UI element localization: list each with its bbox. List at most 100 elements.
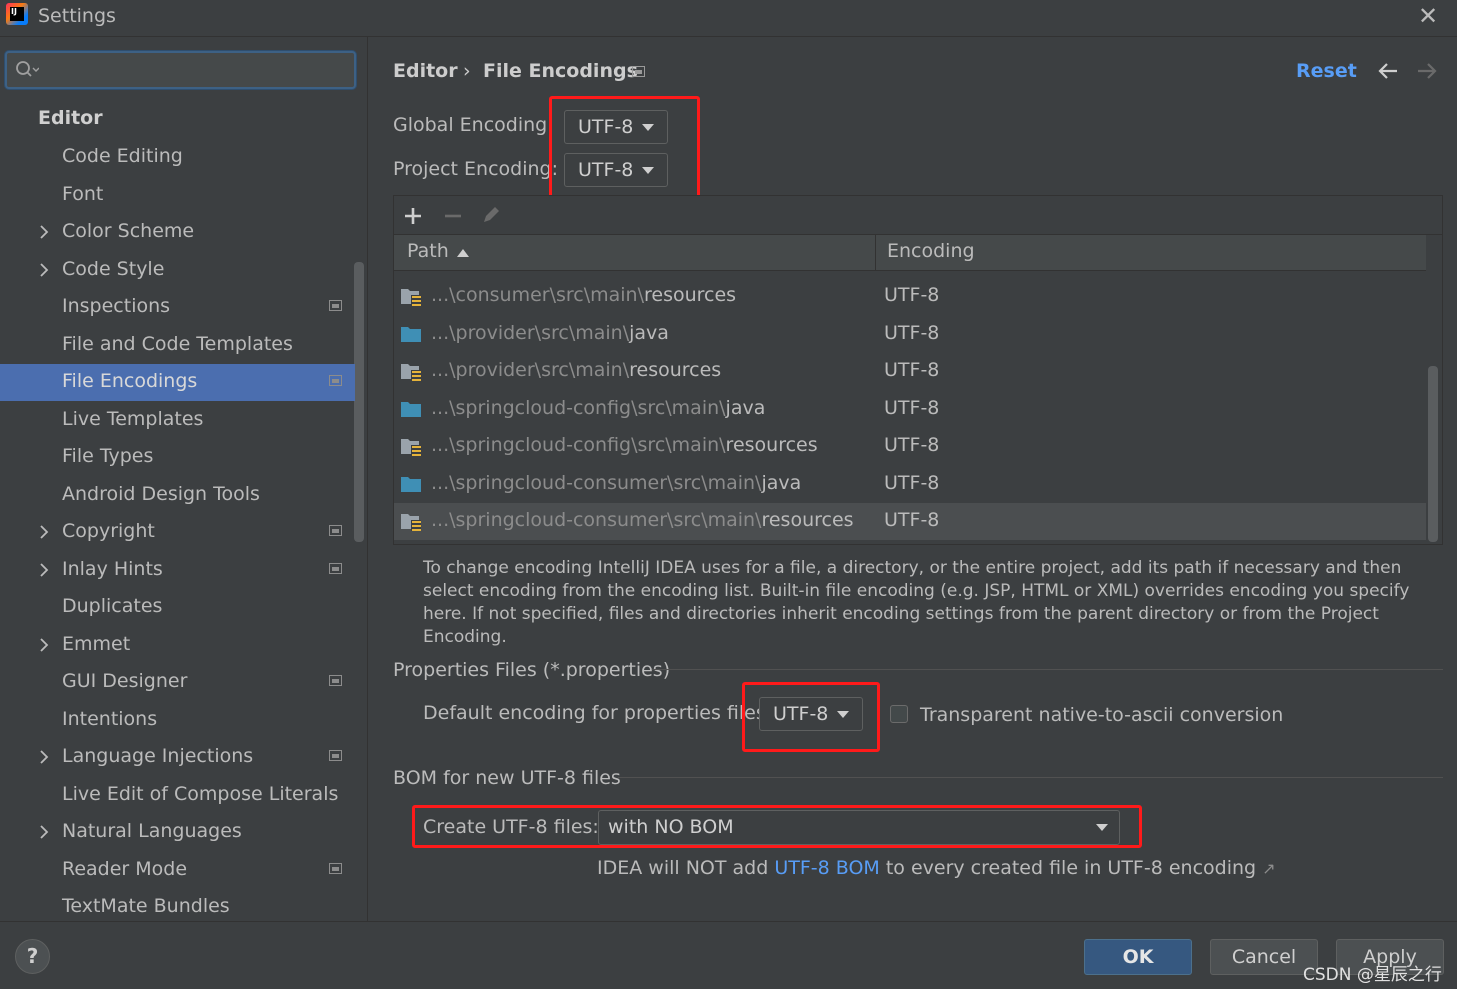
chevron-right-icon[interactable] (37, 637, 51, 653)
section-divider (652, 669, 1443, 670)
table-header: Path Encoding (394, 235, 1426, 271)
properties-encoding-select[interactable]: UTF-8 (759, 697, 863, 731)
sidebar-scrollbar[interactable] (354, 262, 364, 542)
sidebar-item-live-templates[interactable]: Live Templates (0, 402, 355, 439)
close-icon[interactable]: ✕ (1418, 2, 1438, 30)
project-encoding-select[interactable]: UTF-8 (564, 153, 668, 187)
row-encoding[interactable]: UTF-8 (884, 509, 939, 531)
chevron-right-icon[interactable] (37, 562, 51, 578)
table-toolbar (394, 196, 1442, 235)
edit-icon[interactable] (481, 205, 501, 225)
table-row-clipped (394, 271, 1426, 273)
sidebar-item-label: File Types (62, 445, 154, 467)
row-encoding[interactable]: UTF-8 (884, 359, 939, 381)
external-link-icon[interactable]: ↗ (1262, 859, 1275, 878)
global-encoding-select[interactable]: UTF-8 (564, 110, 668, 144)
row-path: ...\provider\src\main\java (431, 322, 669, 344)
bom-section-title: BOM for new UTF-8 files (393, 767, 621, 789)
column-path[interactable]: Path (407, 240, 449, 262)
arrow-left-icon[interactable] (1377, 62, 1399, 80)
sidebar-item-label: Code Editing (62, 145, 183, 167)
resources-folder-icon (401, 289, 421, 306)
encoding-help-text: To change encoding IntelliJ IDEA uses fo… (423, 558, 1410, 647)
ok-button[interactable]: OK (1084, 939, 1192, 975)
arrow-right-icon[interactable] (1416, 62, 1438, 80)
row-encoding[interactable]: UTF-8 (884, 284, 939, 306)
column-encoding[interactable]: Encoding (887, 240, 975, 262)
bom-note: IDEA will NOT add UTF-8 BOM to every cre… (597, 857, 1276, 879)
intellij-app-icon: IJ (6, 3, 28, 25)
sidebar-item-emmet[interactable]: Emmet (0, 627, 355, 664)
add-icon[interactable] (404, 207, 422, 225)
sidebar-item-font[interactable]: Font (0, 177, 355, 214)
breadcrumb-parent[interactable]: Editor (393, 60, 458, 82)
project-scope-icon (329, 375, 342, 386)
transparent-ascii-checkbox[interactable] (890, 705, 908, 723)
create-utf8-bom-select[interactable]: with NO BOM (598, 810, 1120, 845)
sidebar-item-live-edit-of-compose-literals[interactable]: Live Edit of Compose Literals (0, 777, 355, 814)
table-row[interactable]: ...\springcloud-consumer\src\main\resour… (394, 503, 1426, 540)
sidebar-item-file-and-code-templates[interactable]: File and Code Templates (0, 327, 355, 364)
source-folder-icon (401, 476, 421, 492)
dialog-footer: ? OK Cancel Apply CSDN @星辰之行 (0, 921, 1457, 989)
sidebar-item-file-encodings[interactable]: File Encodings (0, 364, 355, 401)
sidebar-item-label: Natural Languages (62, 820, 242, 842)
remove-icon[interactable] (444, 207, 462, 225)
sidebar-item-code-editing[interactable]: Code Editing (0, 139, 355, 176)
table-scrollbar[interactable] (1428, 366, 1438, 542)
sidebar-item-label: Color Scheme (62, 220, 195, 242)
default-properties-encoding-label: Default encoding for properties files: (423, 702, 773, 724)
sidebar-item-color-scheme[interactable]: Color Scheme (0, 214, 355, 251)
row-path-prefix: ...\provider\src\main\ (431, 321, 630, 344)
table-row[interactable]: ...\provider\src\main\resources UTF-8 (394, 353, 1426, 390)
sidebar-item-label: Language Injections (62, 745, 254, 767)
watermark-text: CSDN @星辰之行 (1303, 965, 1442, 985)
help-button[interactable]: ? (15, 939, 50, 974)
sidebar-item-label: Font (62, 182, 104, 205)
table-row[interactable]: ...\springcloud-consumer\src\main\java UT… (394, 466, 1426, 503)
utf8-bom-link[interactable]: UTF-8 BOM (774, 857, 879, 879)
sidebar-item-code-style[interactable]: Code Style (0, 252, 355, 289)
cancel-button[interactable]: Cancel (1210, 939, 1318, 975)
chevron-right-icon[interactable] (37, 262, 51, 278)
sort-ascending-icon[interactable] (457, 249, 469, 257)
chevron-right-icon[interactable] (37, 224, 51, 240)
transparent-ascii-label[interactable]: Transparent native-to-ascii conversion (920, 704, 1283, 726)
row-encoding[interactable]: UTF-8 (884, 472, 939, 494)
table-row[interactable]: ...\springcloud-config\src\main\java UTF-… (394, 391, 1426, 428)
chevron-right-icon[interactable] (37, 749, 51, 765)
chevron-right-icon[interactable] (37, 524, 51, 540)
project-scope-icon (632, 66, 645, 77)
resources-folder-icon (401, 439, 421, 456)
settings-search-input[interactable] (5, 51, 356, 89)
properties-section-title: Properties Files (*.properties) (393, 659, 671, 681)
sidebar-item-label: TextMate Bundles (62, 895, 230, 917)
table-row[interactable]: ...\springcloud-config\src\main\resource… (394, 428, 1426, 465)
chevron-right-icon[interactable] (37, 824, 51, 840)
table-body: ...\consumer\src\main\resources UTF-8 ...\… (394, 271, 1426, 544)
sidebar-item-intentions[interactable]: Intentions (0, 702, 355, 739)
table-row[interactable]: ...\provider\src\main\java UTF-8 (394, 316, 1426, 353)
sidebar-item-inspections[interactable]: Inspections (0, 289, 355, 326)
sidebar-item-label: Emmet (62, 632, 131, 655)
row-path-prefix: ...\springcloud-config\src\main\ (431, 396, 726, 419)
row-encoding[interactable]: UTF-8 (884, 322, 939, 344)
sidebar-item-duplicates[interactable]: Duplicates (0, 589, 355, 626)
sidebar-item-natural-languages[interactable]: Natural Languages (0, 814, 355, 851)
sidebar-item-file-types[interactable]: File Types (0, 439, 355, 476)
row-path: ...\springcloud-consumer\src\main\resour… (431, 509, 854, 531)
sidebar-item-copyright[interactable]: Copyright (0, 514, 355, 551)
row-encoding[interactable]: UTF-8 (884, 397, 939, 419)
section-divider (618, 777, 1443, 778)
reset-link[interactable]: Reset (1296, 60, 1357, 82)
sidebar-item-gui-designer[interactable]: GUI Designer (0, 664, 355, 701)
table-row[interactable]: ...\consumer\src\main\resources UTF-8 (394, 278, 1426, 315)
project-scope-icon (329, 562, 342, 574)
sidebar-item-reader-mode[interactable]: Reader Mode (0, 852, 355, 889)
sidebar-item-android-design-tools[interactable]: Android Design Tools (0, 477, 355, 514)
sidebar-item-language-injections[interactable]: Language Injections (0, 739, 355, 776)
source-folder-icon (401, 401, 421, 417)
sidebar-item-inlay-hints[interactable]: Inlay Hints (0, 552, 355, 589)
row-encoding[interactable]: UTF-8 (884, 434, 939, 456)
tree-header-editor[interactable]: Editor (38, 107, 103, 129)
